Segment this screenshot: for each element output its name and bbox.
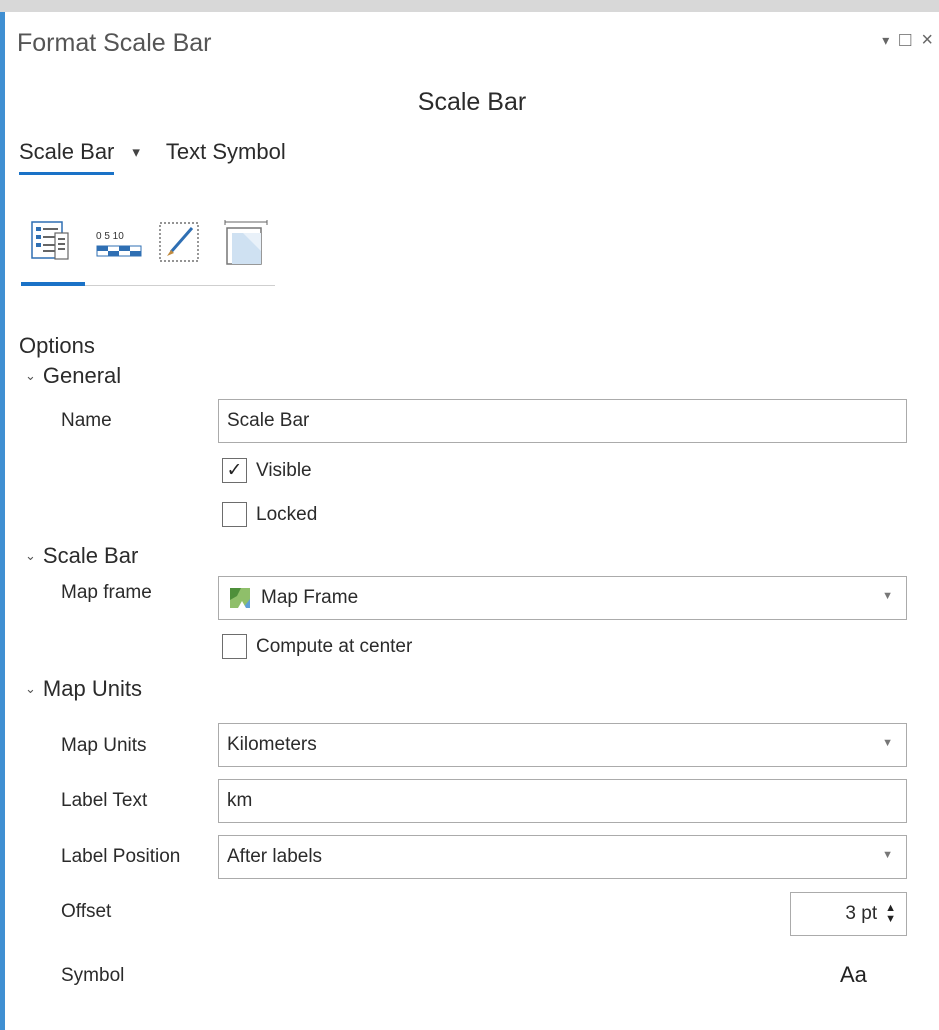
map-units-dropdown[interactable]: Kilometers ▼ [218, 723, 907, 767]
compute-at-center-label: Compute at center [256, 635, 413, 657]
format-tabs: Scale Bar ▾ Text Symbol [19, 139, 286, 175]
symbol-preview[interactable]: Aa [840, 962, 867, 988]
offset-label: Offset [61, 901, 112, 922]
name-field-value: Scale Bar [227, 410, 310, 431]
pane-options-icon[interactable]: ▾ [882, 33, 889, 47]
spin-down-icon[interactable]: ▼ [885, 914, 896, 925]
visible-checkbox-row[interactable]: ✓ Visible [222, 458, 312, 483]
section-title-options: Options [19, 333, 95, 358]
tab-scale-bar[interactable]: Scale Bar [19, 139, 115, 175]
map-frame-icon [230, 588, 250, 608]
chevron-down-icon: ⌄ [25, 681, 36, 696]
tab-text-symbol[interactable]: Text Symbol [166, 139, 286, 175]
name-field[interactable]: Scale Bar [218, 399, 907, 443]
offset-spinner[interactable]: 3 pt ▲ ▼ [790, 892, 907, 936]
format-scale-bar-pane: Format Scale Bar ▾ □ × Scale Bar Scale B… [5, 12, 939, 1030]
close-icon[interactable]: × [921, 30, 933, 50]
icon-tab-strip: 0 5 10 [21, 215, 275, 286]
chevron-down-icon: ⌄ [25, 368, 36, 383]
pane-controls: ▾ □ × [882, 30, 933, 50]
symbology-brush-icon[interactable] [157, 219, 205, 269]
group-scale-bar-label: Scale Bar [42, 543, 139, 568]
tab-dropdown-icon[interactable]: ▾ [132, 143, 140, 161]
symbol-label: Symbol [61, 965, 125, 986]
dropdown-arrow-icon: ▼ [882, 590, 893, 602]
compute-at-center-checkbox[interactable] [222, 634, 247, 659]
map-frame-value: Map Frame [261, 587, 359, 608]
dropdown-arrow-icon: ▼ [882, 737, 893, 749]
offset-value: 3 pt [845, 903, 878, 924]
dropdown-arrow-icon: ▼ [882, 849, 893, 861]
map-frame-dropdown[interactable]: Map Frame ▼ [218, 576, 907, 620]
group-general-label: General [42, 363, 122, 388]
label-position-label: Label Position [61, 846, 181, 867]
element-title: Scale Bar [417, 88, 527, 116]
pane-title: Format Scale Bar [17, 29, 212, 57]
group-map-units-label: Map Units [42, 676, 142, 701]
icon-tab-active-indicator [21, 282, 85, 286]
check-icon: ✓ [226, 460, 243, 481]
chevron-down-icon: ⌄ [25, 548, 36, 563]
label-text-label: Label Text [61, 790, 148, 811]
label-text-value: km [227, 790, 253, 811]
group-general-header[interactable]: ⌄ General [25, 363, 121, 389]
group-map-units-header[interactable]: ⌄ Map Units [25, 676, 142, 702]
label-position-dropdown[interactable]: After labels ▼ [218, 835, 907, 879]
display-frame-icon[interactable] [221, 219, 269, 269]
window-top-strip [0, 0, 939, 12]
label-text-field[interactable]: km [218, 779, 907, 823]
locked-checkbox-row[interactable]: Locked [222, 502, 317, 527]
options-icon[interactable] [29, 219, 77, 269]
maximize-icon[interactable]: □ [899, 30, 911, 50]
map-units-label: Map Units [61, 735, 147, 756]
scale-numbers-text: 0 5 10 [96, 231, 124, 242]
label-position-value: After labels [227, 846, 323, 867]
visible-label: Visible [256, 459, 312, 481]
group-scale-bar-header[interactable]: ⌄ Scale Bar [25, 543, 138, 569]
compute-at-center-row[interactable]: Compute at center [222, 634, 412, 659]
visible-checkbox[interactable]: ✓ [222, 458, 247, 483]
locked-label: Locked [256, 503, 318, 525]
name-label: Name [61, 410, 112, 431]
map-units-value: Kilometers [227, 734, 317, 755]
spinner-arrows[interactable]: ▲ ▼ [885, 903, 896, 925]
map-frame-label: Map frame [61, 582, 152, 603]
scale-bar-properties-icon[interactable]: 0 5 10 [93, 219, 142, 269]
locked-checkbox[interactable] [222, 502, 247, 527]
